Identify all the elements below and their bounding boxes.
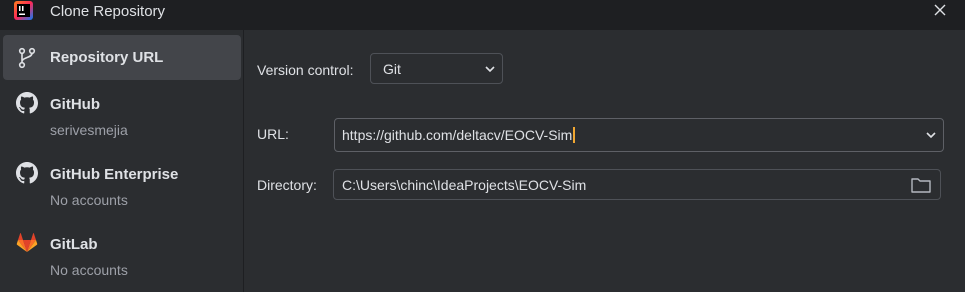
url-label: URL: <box>257 126 289 142</box>
close-button[interactable] <box>928 0 952 20</box>
sidebar-item-label: GitLab <box>50 236 98 253</box>
window-title: Clone Repository <box>50 3 166 20</box>
directory-input[interactable]: C:\Users\chinc\IdeaProjects\EOCV-Sim <box>333 169 941 200</box>
directory-value: C:\Users\chinc\IdeaProjects\EOCV-Sim <box>342 177 587 193</box>
sidebar-item-repository-url[interactable]: Repository URL <box>3 35 241 80</box>
sidebar-item-github-enterprise[interactable]: GitHub Enterprise No accounts <box>0 158 243 214</box>
clone-form: Version control: Git URL: https://github… <box>244 30 965 292</box>
sidebar-item-account: No accounts <box>50 192 128 208</box>
branch-icon <box>18 47 36 69</box>
chevron-down-icon[interactable] <box>925 129 937 141</box>
directory-label: Directory: <box>257 177 317 193</box>
intellij-idea-icon <box>14 1 33 20</box>
url-input[interactable]: https://github.com/deltacv/EOCV-Sim <box>334 118 944 152</box>
sidebar-item-account: No accounts <box>50 262 128 278</box>
sidebar-item-github[interactable]: GitHub serivesmejia <box>0 88 243 144</box>
sidebar-item-label: Repository URL <box>50 49 164 66</box>
folder-icon[interactable] <box>910 175 932 195</box>
version-control-label: Version control: <box>257 62 354 78</box>
sidebar: Repository URL GitHub serivesmejia GitHu… <box>0 30 244 292</box>
sidebar-item-label: GitHub <box>50 96 100 113</box>
close-icon <box>934 4 946 16</box>
gitlab-icon <box>16 233 38 252</box>
version-control-select[interactable]: Git <box>370 53 503 84</box>
sidebar-item-account: serivesmejia <box>50 122 128 138</box>
github-icon <box>16 162 38 184</box>
sidebar-item-label: GitHub Enterprise <box>50 166 179 183</box>
title-bar: Clone Repository <box>0 0 965 24</box>
url-value: https://github.com/deltacv/EOCV-Sim <box>342 127 576 143</box>
text-caret <box>573 127 576 143</box>
github-icon <box>16 92 38 114</box>
chevron-down-icon <box>485 66 495 73</box>
version-control-value: Git <box>383 61 401 77</box>
sidebar-item-gitlab[interactable]: GitLab No accounts <box>0 228 243 284</box>
